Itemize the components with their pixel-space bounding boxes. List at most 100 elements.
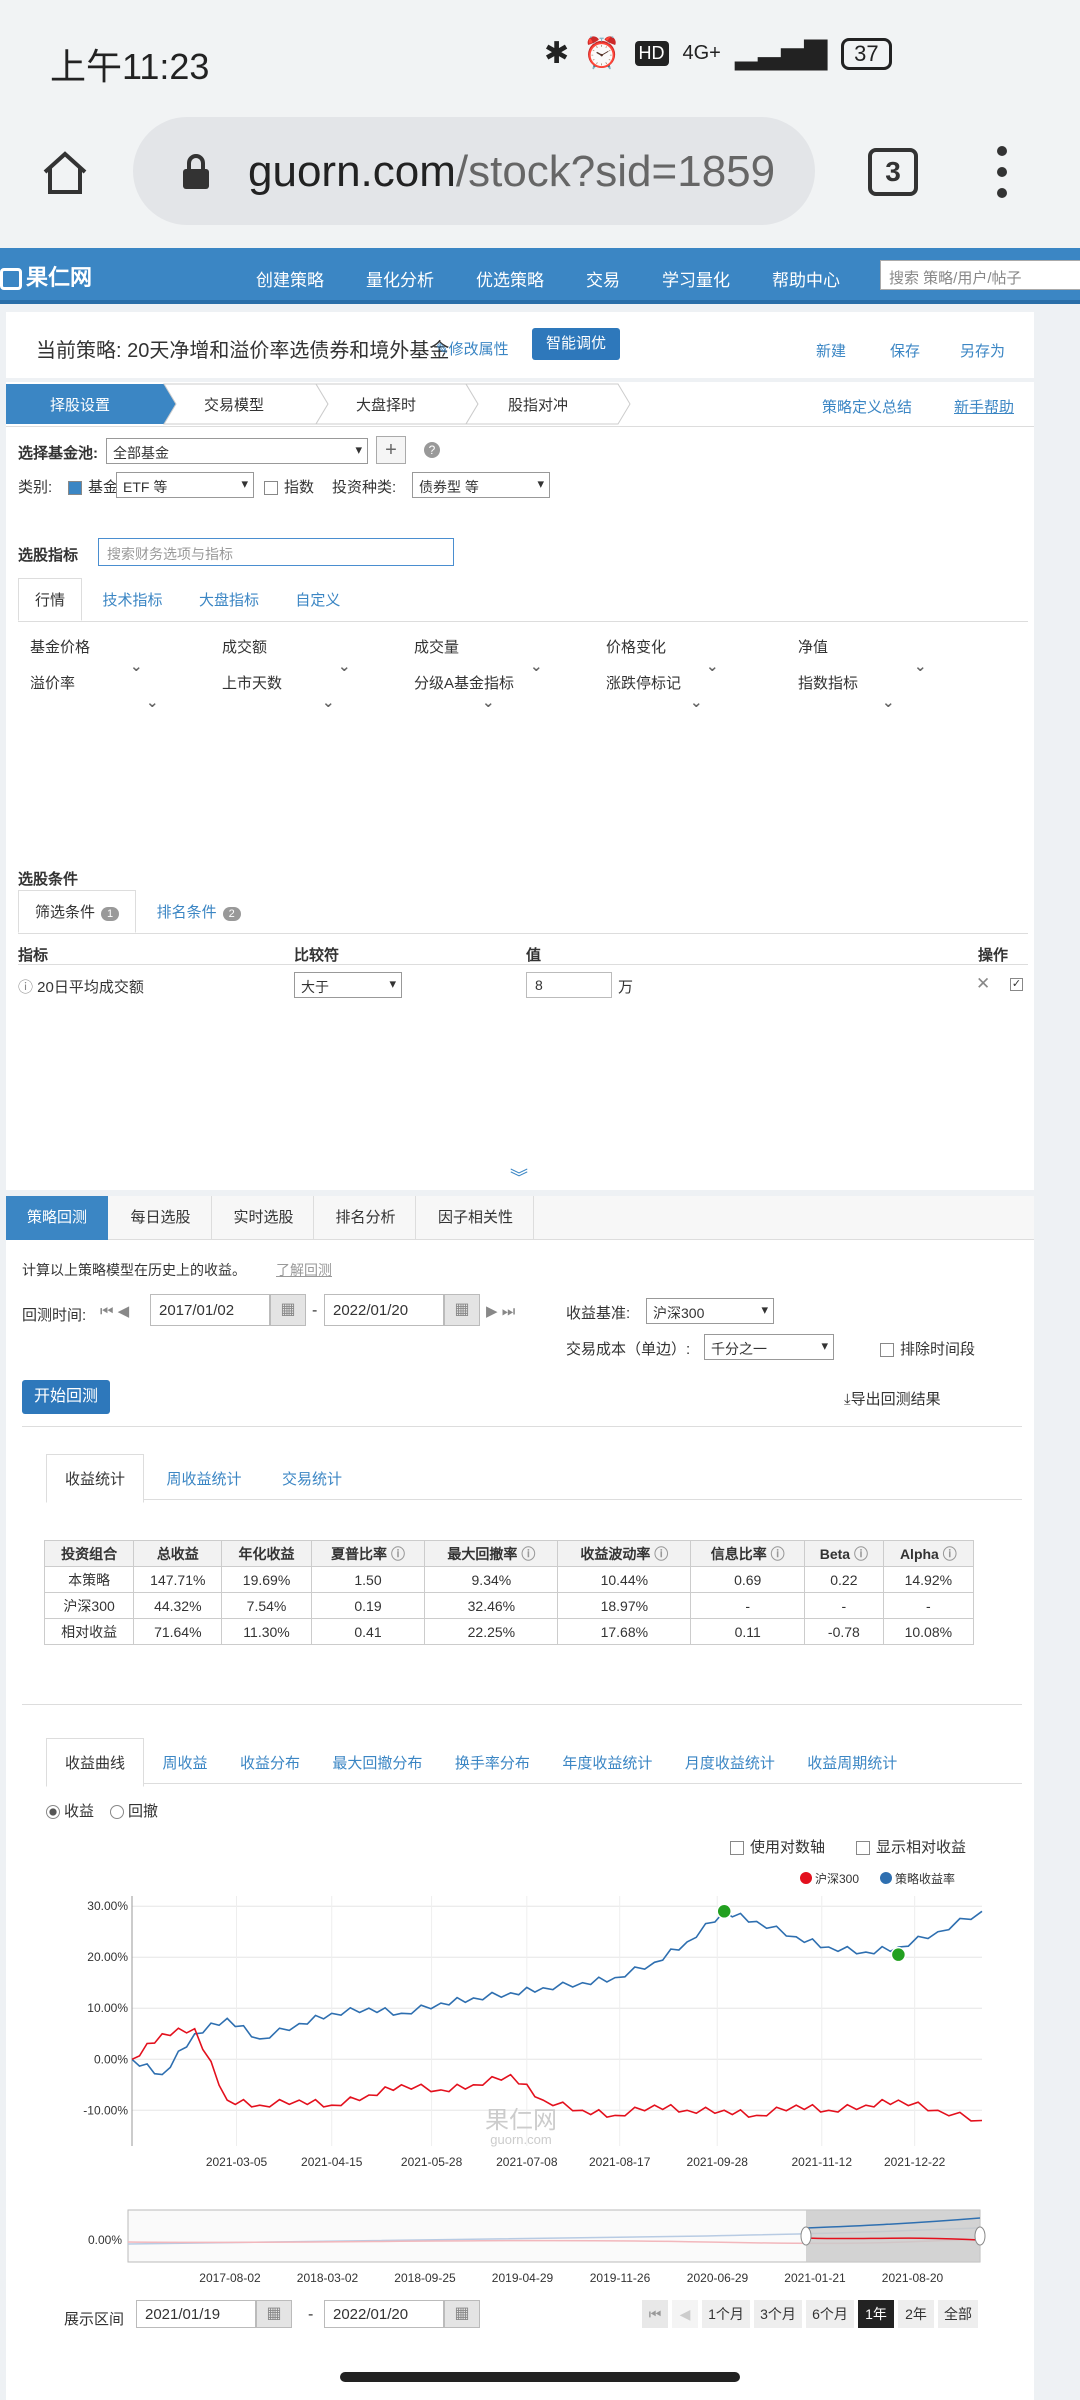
tab-weekly-stats[interactable]: 周收益统计	[148, 1455, 259, 1502]
tab-market[interactable]: 行情	[18, 578, 83, 621]
expand-chevron-icon[interactable]: ︾	[510, 1164, 528, 1190]
home-icon[interactable]	[40, 148, 90, 198]
value-input[interactable]: 8	[526, 972, 612, 998]
period-2y[interactable]: 2年	[898, 2300, 934, 2328]
next-period-button[interactable]: ◀	[672, 2300, 698, 2328]
edit-attributes-link[interactable]: ✎修改属性	[436, 338, 509, 359]
strategy-summary-link[interactable]: 策略定义总结	[822, 396, 912, 417]
calendar-icon[interactable]: ▦	[444, 2300, 480, 2328]
tab-return-stats[interactable]: 收益统计	[46, 1454, 145, 1503]
return-radio[interactable]: 收益	[46, 1800, 94, 1821]
learn-backtest-link[interactable]: 了解回测	[276, 1260, 332, 1280]
period-3m[interactable]: 3个月	[754, 2300, 802, 2328]
log-axis-checkbox[interactable]: 使用对数轴	[730, 1836, 825, 1857]
tab-technical[interactable]: 技术指标	[86, 579, 178, 620]
fund-type-select[interactable]: ETF 等	[116, 472, 254, 498]
start-backtest-button[interactable]: 开始回测	[22, 1380, 110, 1414]
navigator-selection[interactable]	[806, 2210, 980, 2262]
enable-checkbox[interactable]: ✓	[1010, 976, 1029, 994]
menu-item[interactable]: 帮助中心	[772, 266, 840, 291]
period-1y[interactable]: 1年	[858, 2300, 894, 2328]
tab-cycle-stats[interactable]: 收益周期统计	[793, 1739, 911, 1786]
smart-tune-button[interactable]: 智能调优	[532, 328, 620, 360]
relative-return-checkbox[interactable]: 显示相对收益	[856, 1836, 966, 1857]
date-nav-arrows[interactable]: ⏮ ◀	[100, 1302, 129, 1320]
menu-item[interactable]: 创建策略	[256, 266, 324, 291]
step-tab-timing[interactable]: 大盘择时	[356, 396, 416, 414]
operator-select[interactable]: 大于	[294, 972, 402, 998]
step-tab-hedge[interactable]: 股指对冲	[508, 397, 568, 414]
help-icon[interactable]: ?	[424, 442, 440, 458]
period-all[interactable]: 全部	[938, 2300, 978, 2328]
indicator-search-input[interactable]: 搜索财务选项与指标	[98, 538, 454, 566]
range-end-input[interactable]: 2022/01/20	[324, 2300, 444, 2328]
indicator-dropdown[interactable]: 成交量⌄	[414, 636, 606, 675]
end-date-input[interactable]: 2022/01/20	[324, 1294, 444, 1326]
url-bar[interactable]: guorn.com/stock?sid=1859	[133, 117, 815, 225]
navigator-handle-right[interactable]	[974, 2226, 986, 2246]
fund-pool-select[interactable]: 全部基金	[106, 438, 368, 464]
step-tab-trade[interactable]: 交易模型	[204, 396, 264, 414]
tab-return-curve[interactable]: 收益曲线	[46, 1738, 145, 1787]
tab-return-distribution[interactable]: 收益分布	[226, 1739, 314, 1786]
calendar-icon[interactable]: ▦	[270, 1294, 306, 1326]
exclude-period-checkbox[interactable]: 排除时间段	[880, 1338, 975, 1359]
indicator-dropdown[interactable]: 净值⌄	[798, 636, 990, 675]
save-as-link[interactable]: 另存为	[960, 340, 1005, 361]
indicator-dropdown[interactable]: 分级A基金指标⌄	[414, 672, 606, 711]
step-tab-select[interactable]: 择股设置	[50, 397, 110, 414]
period-6m[interactable]: 6个月	[806, 2300, 854, 2328]
tab-monthly-stats[interactable]: 月度收益统计	[671, 1739, 789, 1786]
beginner-help-link[interactable]: 新手帮助	[954, 396, 1014, 417]
tab-daily-pick[interactable]: 每日选股	[110, 1196, 212, 1240]
calendar-icon[interactable]: ▦	[256, 2300, 292, 2328]
tab-backtest[interactable]: 策略回测	[6, 1196, 108, 1240]
tab-trade-stats[interactable]: 交易统计	[264, 1455, 360, 1502]
site-search-input[interactable]: 搜索 策略/用户/帖子	[880, 260, 1080, 290]
tab-turnover-distribution[interactable]: 换手率分布	[441, 1739, 544, 1786]
menu-item[interactable]: 量化分析	[366, 266, 434, 291]
more-menu-icon[interactable]	[996, 146, 1008, 198]
tab-weekly-return[interactable]: 周收益	[148, 1739, 221, 1786]
indicator-dropdown[interactable]: 涨跌停标记⌄	[606, 672, 798, 711]
benchmark-select[interactable]: 沪深300	[646, 1298, 774, 1324]
add-pool-button[interactable]: +	[376, 436, 406, 464]
tab-rank-conditions[interactable]: 排名条件 2	[141, 891, 257, 932]
tab-switcher-button[interactable]: 3	[868, 148, 918, 196]
date-nav-arrows[interactable]: ▶ ⏭	[486, 1302, 515, 1320]
navigator-handle-left[interactable]	[800, 2226, 812, 2246]
new-link[interactable]: 新建	[816, 340, 846, 361]
site-logo[interactable]: 果仁网	[0, 260, 92, 292]
tab-rank-analysis[interactable]: 排名分析	[316, 1196, 416, 1240]
export-results-link[interactable]: ⤓导出回测结果	[844, 1388, 941, 1409]
drawdown-radio[interactable]: 回撤	[110, 1800, 158, 1821]
menu-item[interactable]: 优选策略	[476, 266, 544, 291]
tab-custom[interactable]: 自定义	[279, 579, 356, 620]
save-link[interactable]: 保存	[890, 340, 920, 361]
range-start-input[interactable]: 2021/01/19	[136, 2300, 256, 2328]
indicator-dropdown[interactable]: 指数指标⌄	[798, 672, 990, 711]
tab-annual-stats[interactable]: 年度收益统计	[548, 1739, 666, 1786]
tab-index[interactable]: 大盘指标	[183, 579, 275, 620]
calendar-icon[interactable]: ▦	[444, 1294, 480, 1326]
menu-item[interactable]: 交易	[586, 266, 620, 291]
indicator-dropdown[interactable]: 成交额⌄	[222, 636, 414, 675]
tab-realtime-pick[interactable]: 实时选股	[214, 1196, 314, 1240]
indicator-dropdown[interactable]: 价格变化⌄	[606, 636, 798, 675]
range-navigator[interactable]: 0.00% 2017-08-02 2018-03-02 2018-09-25 2019…	[6, 2206, 1034, 2296]
indicator-dropdown[interactable]: 溢价率⌄	[30, 672, 222, 711]
tab-filter-conditions[interactable]: 筛选条件 1	[18, 890, 137, 933]
start-date-input[interactable]: 2017/01/02	[150, 1294, 270, 1326]
invest-type-select[interactable]: 债券型 等	[412, 472, 550, 498]
delete-icon[interactable]: ✕	[976, 974, 990, 994]
tab-factor-correlation[interactable]: 因子相关性	[418, 1196, 534, 1240]
index-checkbox[interactable]: 指数	[264, 476, 314, 497]
trade-cost-select[interactable]: 千分之一	[704, 1334, 834, 1360]
menu-item[interactable]: 学习量化	[662, 266, 730, 291]
tab-drawdown-distribution[interactable]: 最大回撤分布	[318, 1739, 436, 1786]
period-1m[interactable]: 1个月	[702, 2300, 750, 2328]
fund-checkbox[interactable]: 基金	[68, 476, 118, 497]
indicator-dropdown[interactable]: 上市天数⌄	[222, 672, 414, 711]
indicator-dropdown[interactable]: 基金价格⌄	[30, 636, 222, 675]
prev-period-button[interactable]: ⏮	[642, 2300, 668, 2328]
